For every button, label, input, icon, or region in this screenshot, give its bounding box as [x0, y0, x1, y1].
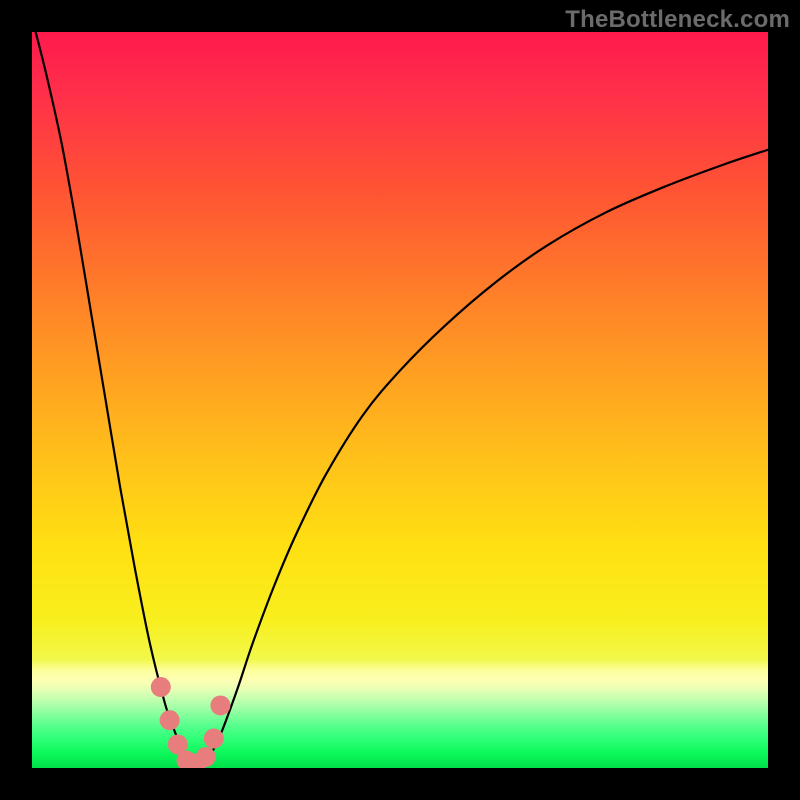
bottleneck-curve: [36, 32, 768, 766]
curve-svg: [32, 32, 768, 768]
min-markers: [151, 677, 231, 768]
min-marker: [160, 710, 180, 730]
min-marker: [204, 729, 224, 749]
curve-path-group: [36, 32, 768, 766]
plot-area: [32, 32, 768, 768]
min-marker: [210, 695, 230, 715]
min-marker: [151, 677, 171, 697]
watermark-text: TheBottleneck.com: [565, 6, 790, 34]
outer-frame: TheBottleneck.com: [0, 0, 800, 800]
min-marker: [196, 747, 216, 767]
